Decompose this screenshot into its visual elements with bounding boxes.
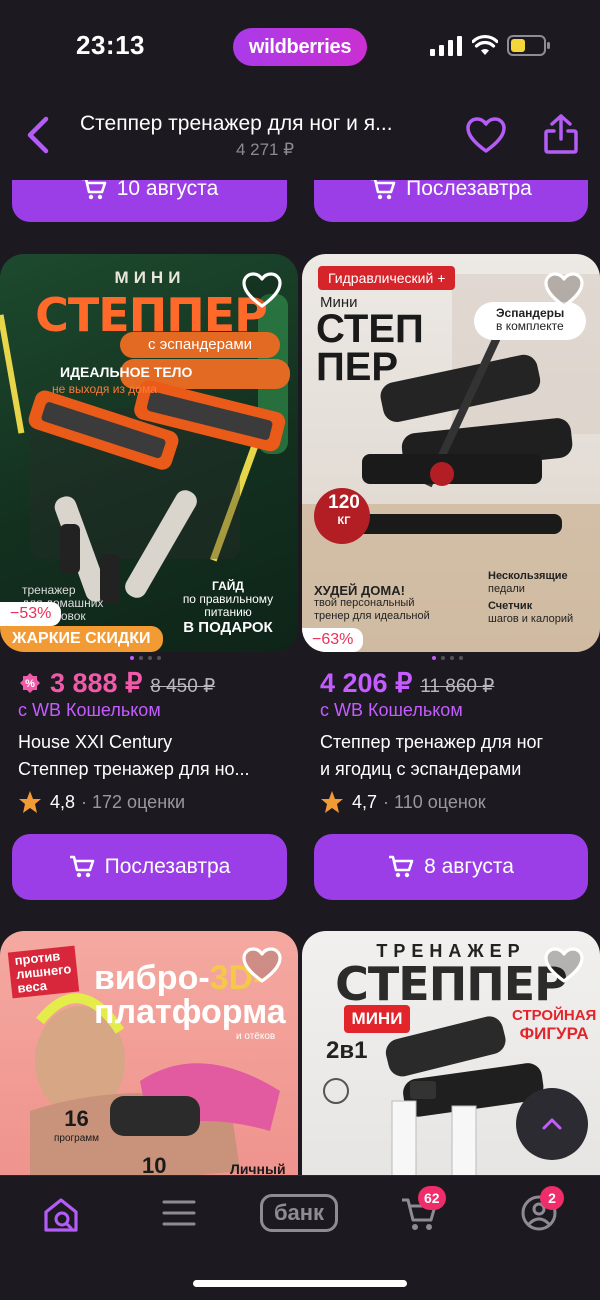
brand-logo: wildberries (233, 28, 367, 66)
rating: 4,7 · 110 оценок (320, 790, 486, 814)
wallet-note: с WB Кошельком (320, 700, 463, 720)
bank-button[interactable]: банк (260, 1194, 338, 1232)
product-name[interactable]: House XXI Century Степпер тренажер для но… (18, 729, 283, 783)
image-two-in-one: 2в1 (326, 1037, 368, 1064)
header-price: 4 271 ₽ (235, 140, 295, 159)
image-tag: Гидравлический + (318, 266, 456, 290)
favorite-heart-icon[interactable] (242, 272, 282, 310)
star-icon (19, 791, 41, 813)
old-price: 11 860 ₽ (420, 676, 495, 697)
button-label: Послезавтра (406, 180, 532, 200)
profile-badge: 2 (540, 1186, 564, 1210)
image-bottom-right: Нескользящие педали Счетчик шагов и калори… (488, 570, 574, 625)
chevron-up-icon (542, 1118, 562, 1130)
rating: 4,8 · 172 оценки (18, 790, 185, 814)
image-subtitle: с эспандерами (120, 332, 280, 358)
favorite-heart-icon[interactable] (466, 117, 506, 155)
clock: 23:13 (76, 30, 145, 60)
load-capacity: 120 КГ (328, 492, 360, 527)
price-row: 3 888 ₽ 8 450 ₽ (50, 668, 215, 699)
image-bottom-right: ГАЙД по правильному питанию В ПОДАРОК (182, 579, 274, 636)
image-tag: против лишнего веса (7, 945, 80, 999)
cart-icon (81, 180, 107, 200)
product-header: Степпер тренажер для ног и я... 4 271 ₽ (0, 95, 600, 180)
price-row: 4 206 ₽ 11 860 ₽ (320, 668, 494, 699)
home-indicator (193, 1280, 407, 1287)
image-title: СТЕППЕР (316, 307, 424, 389)
share-icon[interactable] (543, 113, 579, 155)
discount-badge: −53% (0, 602, 62, 626)
back-arrow-icon[interactable] (22, 115, 54, 155)
favorite-heart-icon[interactable] (544, 272, 584, 310)
cart-icon (371, 180, 396, 200)
button-label: 8 августа (424, 855, 514, 878)
discount-percent-icon: % (20, 673, 40, 693)
image-small-text: и отёков (236, 1031, 276, 1042)
cart-icon (69, 855, 94, 878)
wallet-note: с WB Кошельком (18, 700, 161, 720)
image-line1: ИДЕАЛЬНОЕ ТЕЛО (60, 364, 193, 380)
svg-text:%: % (25, 678, 35, 690)
catalog-menu-icon[interactable] (162, 1198, 196, 1228)
page-title: Степпер тренажер для ног и я... (80, 112, 393, 135)
discount-badge: −63% (302, 628, 364, 652)
bank-label: банк (273, 1200, 325, 1225)
product-image-3[interactable]: против лишнего веса вибро-3D- платформа и … (0, 931, 298, 1175)
wifi-icon (472, 34, 498, 55)
button-label: 10 августа (116, 180, 219, 200)
cellular-signal-icon (430, 36, 462, 56)
product-image-1[interactable]: МИНИ СТЕППЕР с эспандерами ИДЕАЛЬНОЕ ТЕЛ… (0, 254, 298, 652)
delivery-button-2[interactable]: 8 августа (314, 834, 588, 900)
product-name[interactable]: Степпер тренажер для ног и ягодиц с эспан… (320, 729, 585, 783)
favorite-heart-icon[interactable] (242, 947, 282, 985)
button-label: Послезавтра (104, 855, 231, 878)
product-image-2[interactable]: Гидравлический + Мини СТЕП ПЕР Эспандеры в… (302, 254, 600, 652)
image-label: Личный (230, 1161, 286, 1175)
image-bottom-left: ХУДЕЙ ДОМА! твой персональный тренер для и… (314, 583, 430, 622)
delivery-button-1[interactable]: Послезавтра (12, 834, 287, 900)
home-search-icon[interactable] (40, 1194, 82, 1236)
image-slogan: СТРОЙНАЯ ФИГУРА (512, 1007, 597, 1043)
promo-badge: ЖАРКИЕ СКИДКИ (0, 626, 163, 652)
cart-icon (389, 855, 414, 878)
image-line2: не выходя из дома (52, 382, 157, 396)
old-price: 8 450 ₽ (150, 676, 216, 697)
status-bar: 23:13 wildberries (0, 0, 600, 95)
current-price: 3 888 ₽ (50, 668, 143, 698)
image-kicker: МИНИ (114, 268, 186, 287)
image-pager (130, 656, 161, 660)
favorite-heart-icon[interactable] (544, 947, 584, 985)
image-number: 10 (142, 1153, 167, 1175)
image-badge: МИНИ (344, 1005, 410, 1033)
scroll-to-top-button[interactable] (516, 1088, 588, 1160)
delivery-button-prev-right[interactable]: Послезавтра (314, 180, 588, 222)
star-icon (321, 791, 343, 813)
programs-count: 16 программ (54, 1106, 100, 1145)
delivery-button-prev-left[interactable]: 10 августа (12, 180, 287, 222)
product-feed[interactable]: 10 августа Послезавтра МИНИ СТЕППЕР с эс… (0, 180, 600, 1175)
current-price: 4 206 ₽ (320, 668, 413, 698)
cart-badge: 62 (418, 1186, 446, 1210)
battery-icon (507, 35, 550, 56)
image-pager (432, 656, 463, 660)
